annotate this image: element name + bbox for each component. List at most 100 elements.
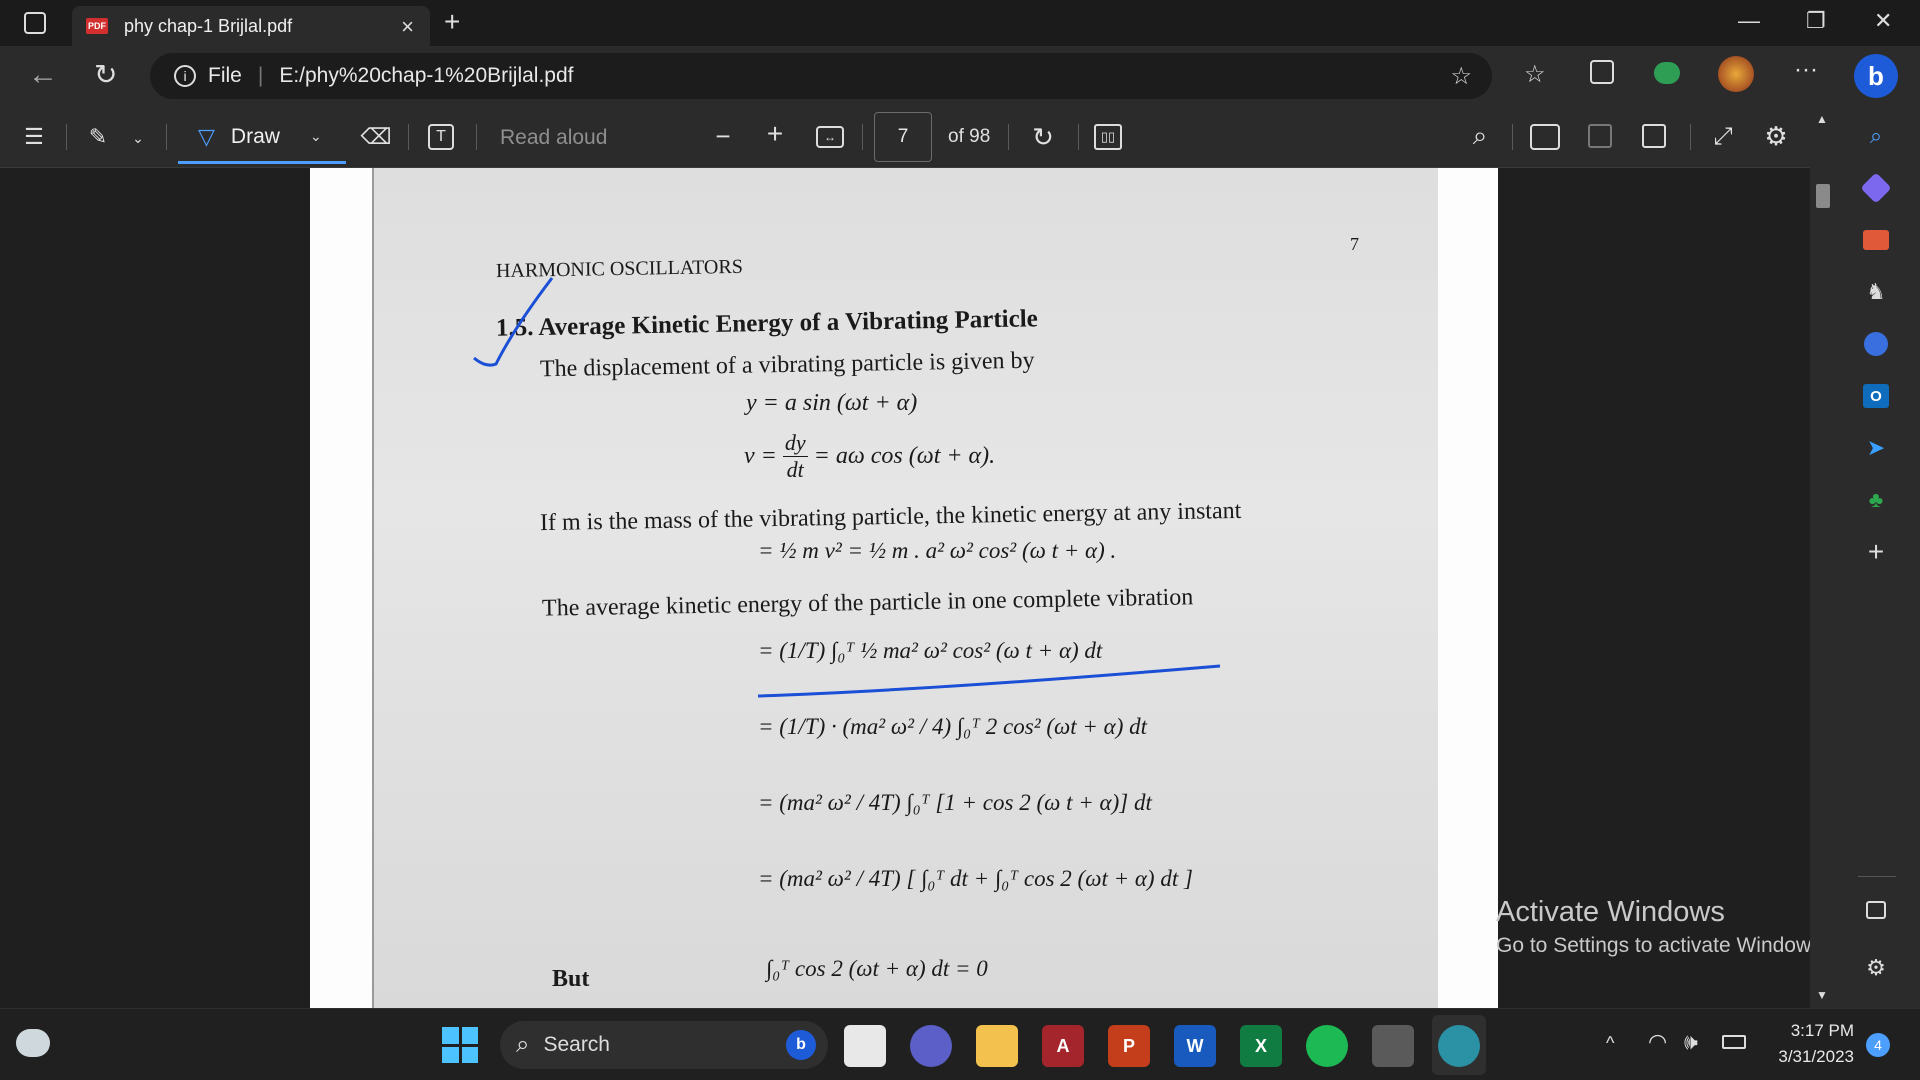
search-icon: ⌕ [516, 1031, 530, 1058]
page-view-icon[interactable]: ▯▯ [1094, 124, 1122, 150]
scrollbar-thumb[interactable] [1816, 184, 1830, 208]
text-box-icon[interactable]: T [428, 124, 454, 150]
vertical-scrollbar[interactable]: ▲ ▼ [1810, 108, 1834, 1008]
address-bar: ← ↻ i File | E:/phy%20chap-1%20Brijlal.p… [0, 46, 1920, 106]
activation-watermark-title: Activate Windows [1496, 896, 1725, 928]
rotate-icon[interactable]: ↻ [1028, 122, 1058, 152]
read-aloud-button[interactable]: Read aloud [500, 126, 607, 150]
fit-width-icon[interactable]: ↔ [816, 126, 844, 148]
bing-copilot-icon[interactable]: b [1854, 54, 1898, 98]
new-tab-button[interactable]: + [444, 6, 460, 38]
draw-button[interactable]: ▽ Draw ⌄ [178, 112, 346, 164]
activation-watermark-text: Go to Settings to activate Windows. [1496, 934, 1828, 957]
sidebar-settings-icon[interactable]: ⚙ [1858, 950, 1894, 986]
access-icon[interactable]: A [1042, 1025, 1084, 1067]
sidebar-panel-icon[interactable] [1858, 892, 1894, 928]
profile-avatar[interactable] [1718, 56, 1754, 92]
send-icon[interactable]: ➤ [1858, 430, 1894, 466]
pdf-viewer[interactable]: 7 HARMONIC OSCILLATORS 1.5. Average Kine… [0, 168, 1818, 1008]
volume-icon[interactable]: 🕪 [1684, 1029, 1698, 1055]
search-icon[interactable]: ⌕ [1464, 120, 1496, 152]
tab-actions-icon[interactable] [24, 12, 46, 34]
powerpoint-icon[interactable]: P [1108, 1025, 1150, 1067]
browser-tab[interactable]: PDF phy chap-1 Brijlal.pdf × [72, 6, 430, 46]
microsoft-365-icon[interactable] [1858, 326, 1894, 362]
url-divider: | [257, 64, 264, 87]
title-bar: PDF phy chap-1 Brijlal.pdf × + — ❐ ✕ [0, 0, 1920, 46]
tab-close-button[interactable]: × [401, 14, 414, 40]
calculator-icon[interactable] [1372, 1025, 1414, 1067]
contents-icon[interactable]: ☰ [18, 122, 50, 152]
toolbar-separator [862, 124, 863, 150]
teams-chat-icon[interactable] [910, 1025, 952, 1067]
print-icon[interactable] [1530, 124, 1560, 150]
fullscreen-icon[interactable]: ⤢ [1708, 122, 1738, 152]
toolbar-separator [408, 124, 409, 150]
toolbar-separator [1512, 124, 1513, 150]
outlook-icon[interactable]: O [1858, 378, 1894, 414]
ink-check-mark [473, 277, 554, 367]
toolbar-separator [1078, 124, 1079, 150]
scroll-down-icon[interactable]: ▼ [1816, 988, 1828, 1002]
toolbar-separator [1008, 124, 1009, 150]
zoom-in-button[interactable]: + [760, 118, 790, 150]
excel-icon[interactable]: X [1240, 1025, 1282, 1067]
page-number-input[interactable]: 7 [874, 112, 932, 162]
save-icon[interactable] [1588, 124, 1612, 148]
favorites-icon[interactable]: ☆ [1524, 60, 1546, 89]
active-app-highlight [1432, 1015, 1486, 1075]
pdf-icon: PDF [86, 18, 108, 34]
add-icon[interactable]: + [1858, 534, 1894, 570]
collections-icon[interactable] [1590, 60, 1614, 84]
tools-icon[interactable] [1858, 222, 1894, 258]
pdf-toolbar: ☰ ✎ ⌄ ▽ Draw ⌄ ⌫ T Read aloud − + ↔ 7 of… [0, 106, 1920, 168]
scroll-up-icon[interactable]: ▲ [1816, 112, 1828, 126]
url-field[interactable]: i File | E:/phy%20chap-1%20Brijlal.pdf ☆ [150, 53, 1492, 99]
sidebar-divider [1858, 876, 1896, 877]
taskbar-search[interactable]: ⌕ Search b [500, 1021, 828, 1069]
scanned-page-image: 7 HARMONIC OSCILLATORS 1.5. Average Kine… [372, 168, 1438, 1008]
back-icon[interactable]: ← [28, 58, 58, 92]
clock-time[interactable]: 3:17 PM [1770, 1021, 1854, 1041]
wifi-icon[interactable]: ◠ [1648, 1029, 1667, 1055]
search-label: Search [543, 1033, 610, 1056]
shopping-icon[interactable] [1858, 170, 1894, 206]
weather-icon[interactable] [16, 1029, 50, 1057]
battery-icon[interactable] [1722, 1035, 1746, 1049]
refresh-icon[interactable]: ↻ [94, 58, 117, 91]
page-total: of 98 [948, 126, 991, 147]
taskbar: ⌕ Search b A P W X ^ ◠ 🕪 3:17 PM 3/31/20… [0, 1008, 1920, 1080]
settings-icon[interactable]: ⚙ [1760, 120, 1792, 152]
file-explorer-icon[interactable] [976, 1025, 1018, 1067]
tree-icon[interactable]: ♣ [1858, 482, 1894, 518]
chevron-up-icon[interactable]: ^ [1606, 1033, 1614, 1054]
toolbar-separator [1690, 124, 1691, 150]
extensions-icon[interactable] [1654, 62, 1680, 84]
eraser-icon[interactable]: ⌫ [360, 122, 392, 152]
chevron-down-icon[interactable]: ⌄ [128, 124, 148, 152]
draw-label: Draw [230, 124, 280, 148]
spotify-icon[interactable] [1306, 1025, 1348, 1067]
more-menu-icon[interactable]: ··· [1794, 56, 1818, 84]
notification-badge[interactable]: 4 [1866, 1033, 1890, 1057]
search-icon[interactable]: ⌕ [1858, 118, 1894, 154]
toolbar-separator [166, 124, 167, 150]
chevron-down-icon[interactable]: ⌄ [310, 128, 322, 145]
highlight-icon[interactable]: ✎ [82, 122, 114, 152]
close-window-button[interactable]: ✕ [1874, 8, 1892, 34]
games-icon[interactable]: ♞ [1858, 274, 1894, 310]
zoom-out-button[interactable]: − [708, 120, 738, 152]
edge-sidebar: ⌕ ♞ O ➤ ♣ + ⚙ [1834, 106, 1920, 1008]
add-favorite-icon[interactable]: ☆ [1450, 62, 1472, 91]
task-view-icon[interactable] [844, 1025, 886, 1067]
clock-date[interactable]: 3/31/2023 [1762, 1047, 1854, 1067]
info-icon[interactable]: i [174, 65, 196, 87]
start-button[interactable] [442, 1027, 478, 1063]
pen-icon: ▽ [198, 123, 215, 149]
minimize-button[interactable]: — [1738, 8, 1760, 34]
ink-annotations [473, 277, 1221, 698]
tab-title: phy chap-1 Brijlal.pdf [124, 15, 293, 36]
save-as-icon[interactable] [1642, 124, 1666, 148]
word-icon[interactable]: W [1174, 1025, 1216, 1067]
restore-button[interactable]: ❐ [1806, 8, 1826, 34]
